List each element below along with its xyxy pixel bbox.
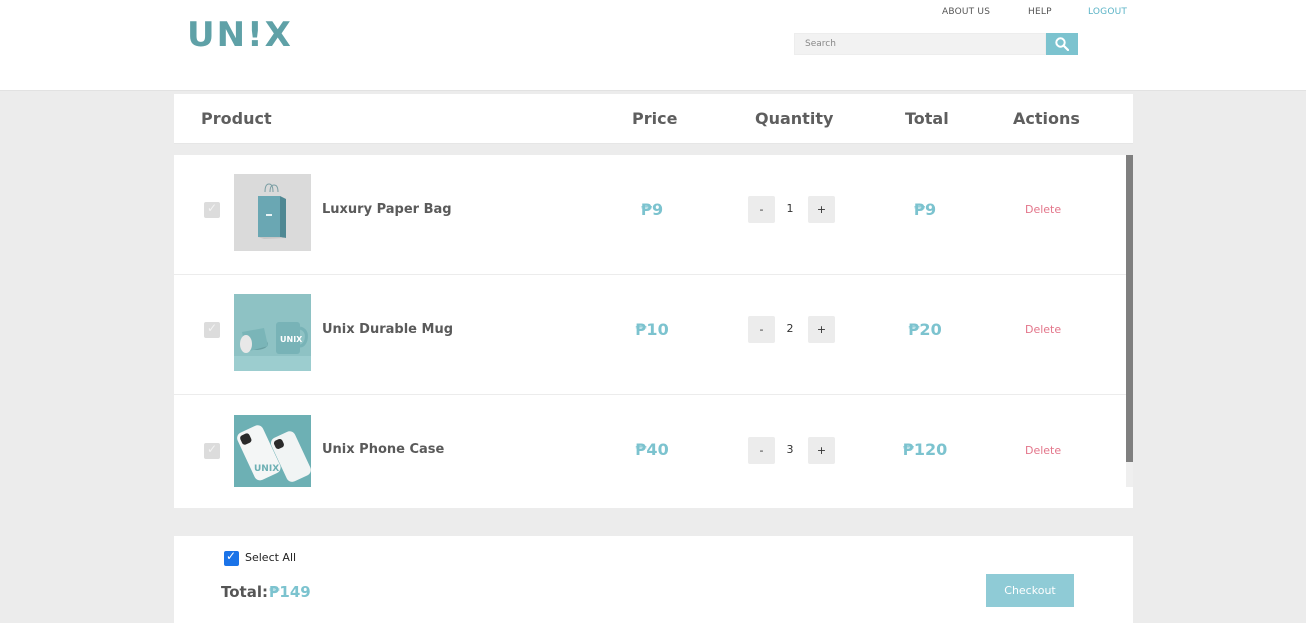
logo-text: UN!X — [187, 15, 293, 55]
cart-row: ✓ Luxury Paper Bag ₱9 - 1 + ₱9 Delete — [174, 155, 1126, 275]
nav-help[interactable]: HELP — [1028, 7, 1052, 17]
site-header: UN!X ABOUT US HELP LOGOUT — [0, 0, 1306, 91]
item-total: ₱9 — [913, 200, 937, 219]
column-price: Price — [632, 109, 678, 128]
item-checkbox[interactable]: ✓ — [204, 321, 220, 338]
svg-text:UNIX: UNIX — [280, 335, 303, 344]
phone-case-image: UNIX — [234, 415, 311, 487]
delete-button[interactable]: Delete — [1025, 203, 1061, 216]
search-input[interactable] — [794, 33, 1046, 55]
select-all-checkbox[interactable]: ✓ — [224, 549, 239, 566]
column-quantity: Quantity — [755, 109, 834, 128]
checkout-button[interactable]: Checkout — [986, 574, 1074, 607]
column-product: Product — [201, 109, 272, 128]
delete-button[interactable]: Delete — [1025, 444, 1061, 457]
item-price: ₱9 — [640, 200, 664, 219]
item-name[interactable]: Unix Durable Mug — [322, 322, 453, 337]
item-checkbox[interactable]: ✓ — [204, 201, 220, 218]
cart-row: ✓ UNIX Unix Durable Mug ₱10 - 2 + ₱20 De… — [174, 275, 1126, 395]
cart-row: ✓ UNIX Unix Phone Case ₱40 - 3 + ₱120 De… — [174, 395, 1126, 508]
qty-value: 3 — [786, 443, 794, 456]
nav-logout[interactable]: LOGOUT — [1088, 7, 1127, 17]
qty-increase-button[interactable]: + — [808, 437, 835, 464]
unix-logo[interactable]: UN!X — [187, 15, 293, 58]
delete-button[interactable]: Delete — [1025, 323, 1061, 336]
qty-increase-button[interactable]: + — [808, 316, 835, 343]
item-price: ₱40 — [635, 440, 669, 459]
search-button[interactable] — [1046, 33, 1078, 55]
total-value: ₱149 — [269, 583, 311, 601]
cart-scrollbar-thumb[interactable] — [1126, 155, 1133, 462]
qty-decrease-button[interactable]: - — [748, 437, 775, 464]
select-all-label[interactable]: Select All — [245, 551, 296, 564]
cart-summary: ✓ Select All Total: ₱149 Checkout — [174, 536, 1133, 623]
item-checkbox[interactable]: ✓ — [204, 442, 220, 459]
qty-decrease-button[interactable]: - — [748, 196, 775, 223]
qty-decrease-button[interactable]: - — [748, 316, 775, 343]
item-name[interactable]: Unix Phone Case — [322, 442, 444, 457]
mug-image: UNIX — [234, 294, 311, 371]
qty-value: 1 — [786, 202, 794, 215]
column-total: Total — [905, 109, 949, 128]
item-name[interactable]: Luxury Paper Bag — [322, 202, 452, 217]
item-total: ₱20 — [908, 320, 942, 339]
svg-text:UNIX: UNIX — [254, 464, 279, 474]
nav-about-us[interactable]: ABOUT US — [942, 7, 990, 17]
cart-table-header: Product Price Quantity Total Actions — [174, 94, 1133, 144]
cart-items-list: ✓ Luxury Paper Bag ₱9 - 1 + ₱9 Delete ✓ — [174, 155, 1133, 508]
item-total: ₱120 — [902, 440, 948, 459]
search-icon — [1055, 37, 1069, 51]
qty-increase-button[interactable]: + — [808, 196, 835, 223]
paper-bag-image — [234, 174, 311, 251]
total-label: Total: — [221, 583, 268, 601]
item-price: ₱10 — [635, 320, 669, 339]
column-actions: Actions — [1013, 109, 1080, 128]
qty-value: 2 — [786, 322, 794, 335]
